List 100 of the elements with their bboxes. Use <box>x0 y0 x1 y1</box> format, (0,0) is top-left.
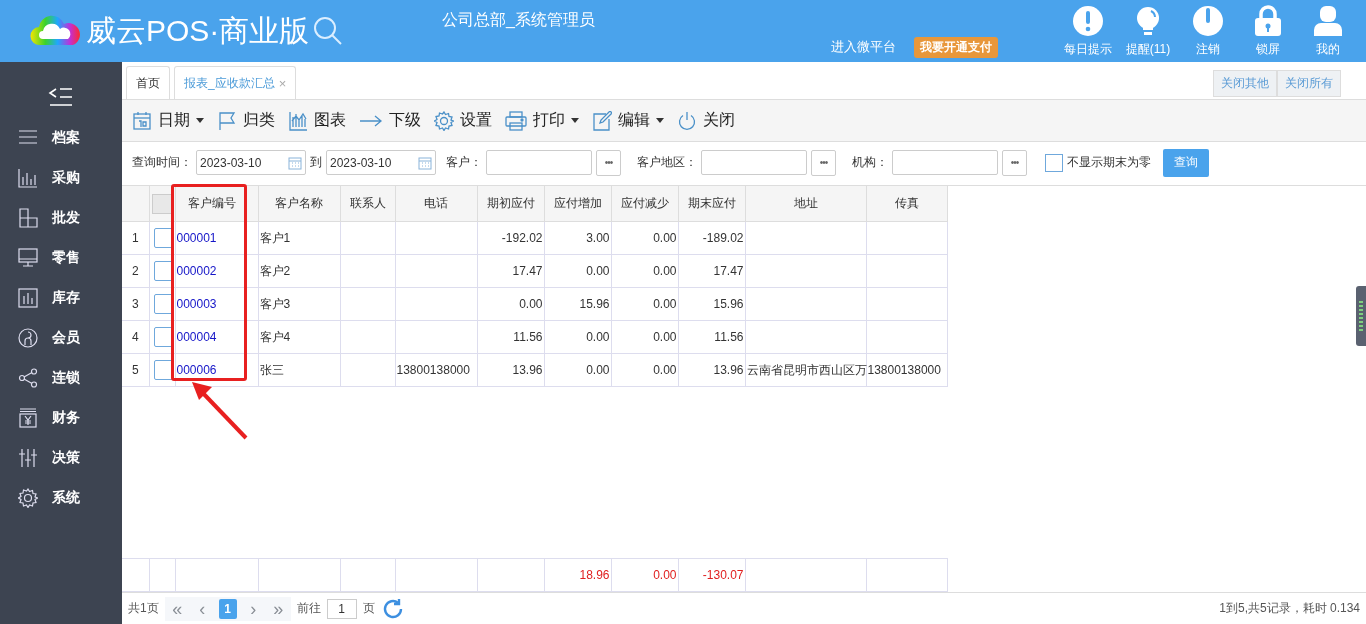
table-cell: 13800138000 <box>395 353 477 387</box>
table-cell: 张三 <box>258 353 340 387</box>
code-link[interactable]: 000004 <box>175 320 258 354</box>
total-cell: 0.00 <box>611 558 678 592</box>
settings-icon <box>18 488 38 508</box>
sidebar-item[interactable]: 系统 <box>0 478 122 518</box>
table-cell: 0.00 <box>611 254 678 288</box>
column-header: 电话 <box>395 186 477 222</box>
table-cell: 17.47 <box>477 254 544 288</box>
checkbox[interactable] <box>1045 153 1063 172</box>
table-cell: 0.00 <box>544 254 611 288</box>
more-button[interactable]: ••• <box>596 149 621 176</box>
column-header: 传真 <box>866 186 947 222</box>
row-checkbox[interactable] <box>153 360 174 380</box>
table-cell: 云南省昆明市西山区万 <box>745 353 866 387</box>
table-cell: 3.00 <box>544 221 611 255</box>
flag-icon <box>217 110 237 131</box>
gear-icon <box>434 110 454 131</box>
row-checkbox[interactable] <box>153 228 174 248</box>
sidebar-item[interactable]: 会员 <box>0 318 122 358</box>
toolbar-button[interactable]: 日期 <box>132 110 204 131</box>
sidebar-item[interactable]: 财务 <box>0 398 122 438</box>
page-count: 共1页 <box>128 600 159 617</box>
table-cell: 客户2 <box>258 254 340 288</box>
code-link[interactable]: 000001 <box>175 221 258 255</box>
input-field[interactable] <box>701 150 807 175</box>
filter-label: 查询时间： <box>132 154 192 171</box>
toolbar-button[interactable]: 编辑 <box>592 110 664 131</box>
filter-label: 客户： <box>446 154 482 171</box>
sliders-icon <box>18 448 38 468</box>
code-link[interactable]: 000002 <box>175 254 258 288</box>
side-handle[interactable] <box>1356 286 1366 346</box>
table-cell: 0.00 <box>544 320 611 354</box>
date-field[interactable]: 2023-03-10 <box>196 150 306 175</box>
blocks-icon <box>18 208 38 228</box>
power-icon <box>1192 5 1224 37</box>
sidebar-item[interactable]: 批发 <box>0 198 122 238</box>
table-cell: 0.00 <box>544 353 611 387</box>
sidebar-item[interactable]: 档案 <box>0 118 122 158</box>
more-button[interactable]: ••• <box>811 149 836 176</box>
calendar-icon <box>132 110 152 131</box>
tab[interactable]: 首页 <box>126 66 170 99</box>
printer-icon <box>505 110 527 131</box>
row-checkbox[interactable] <box>153 327 174 347</box>
table-cell: 0.00 <box>611 320 678 354</box>
sidebar-item[interactable]: 零售 <box>0 238 122 278</box>
sidebar-item[interactable]: 决策 <box>0 438 122 478</box>
row-checkbox[interactable] <box>153 261 174 281</box>
table-cell: 0.00 <box>611 287 678 321</box>
more-button[interactable]: ••• <box>1002 149 1027 176</box>
checkbox-label: 不显示期末为零 <box>1067 154 1151 171</box>
toolbar-button[interactable]: 下级 <box>359 110 421 131</box>
toolbar-button[interactable]: 关闭 <box>677 110 735 131</box>
page-unit: 页 <box>362 600 375 617</box>
search-icon[interactable] <box>313 16 344 46</box>
table-cell: 客户3 <box>258 287 340 321</box>
filter-label: 客户地区： <box>637 154 697 171</box>
sidebar-item[interactable]: 连锁 <box>0 358 122 398</box>
edit-icon <box>592 110 612 131</box>
table-cell: 0.00 <box>611 353 678 387</box>
toolbar-button[interactable]: 归类 <box>217 110 275 131</box>
table-cell: 0.00 <box>611 221 678 255</box>
row-number: 2 <box>122 254 149 288</box>
brand-title: 威云POS·商业版 <box>86 12 310 49</box>
row-checkbox[interactable] <box>153 294 174 314</box>
input-field[interactable] <box>486 150 592 175</box>
table-cell: -189.02 <box>678 221 745 255</box>
org-user-label: 公司总部_系统管理员 <box>441 10 596 30</box>
lock-icon <box>1252 5 1284 37</box>
power-icon <box>677 110 697 131</box>
column-header: 期初应付 <box>477 186 544 222</box>
code-link[interactable]: 000003 <box>175 287 258 321</box>
table-cell: 11.56 <box>477 320 544 354</box>
column-header: 应付增加 <box>544 186 611 222</box>
filter-label: 到 <box>310 154 322 171</box>
money-icon <box>18 408 38 428</box>
calendar-icon[interactable] <box>418 155 432 170</box>
toolbar-button[interactable]: 设置 <box>434 110 492 131</box>
toolbar-button[interactable]: 图表 <box>288 110 346 131</box>
total-cell: 18.96 <box>544 558 611 592</box>
table-cell: 17.47 <box>678 254 745 288</box>
table-cell: 15.96 <box>544 287 611 321</box>
collapse-icon[interactable] <box>48 86 74 108</box>
sidebar-item[interactable]: 库存 <box>0 278 122 318</box>
table-cell: -192.02 <box>477 221 544 255</box>
cloud-logo <box>30 15 82 47</box>
sidebar-item[interactable]: 采购 <box>0 158 122 198</box>
share-icon <box>18 368 38 388</box>
column-header: 联系人 <box>340 186 395 222</box>
user-icon <box>1312 5 1344 37</box>
select-all-checkbox[interactable] <box>152 193 172 214</box>
table-cell: 13.96 <box>678 353 745 387</box>
input-field[interactable] <box>892 150 998 175</box>
row-number: 4 <box>122 320 149 354</box>
date-field[interactable]: 2023-03-10 <box>326 150 436 175</box>
table-cell: 13.96 <box>477 353 544 387</box>
table-cell: 11.56 <box>678 320 745 354</box>
page-input[interactable]: 1 <box>326 598 357 619</box>
toolbar-button[interactable]: 打印 <box>505 110 579 131</box>
calendar-icon[interactable] <box>288 155 302 170</box>
